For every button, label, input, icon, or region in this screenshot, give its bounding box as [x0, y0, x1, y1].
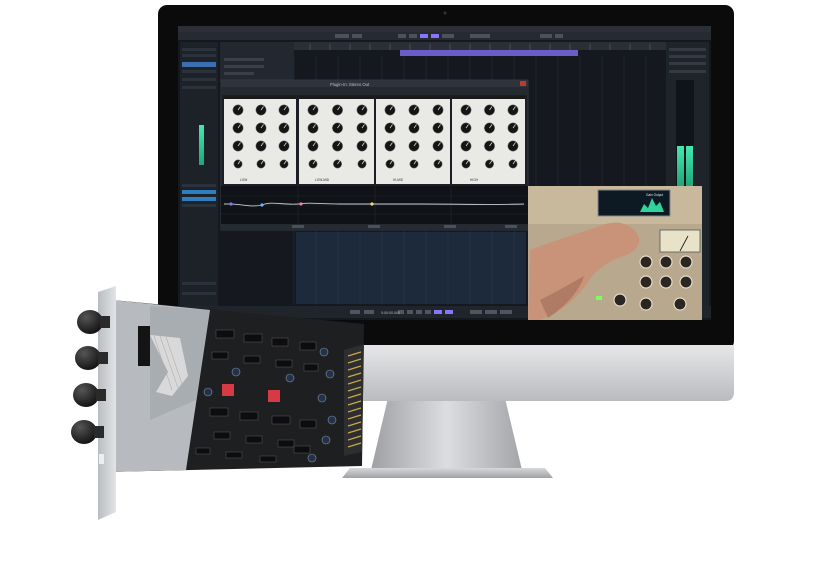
pcb-capacitor — [327, 415, 337, 425]
pcb-chip — [243, 333, 263, 343]
pcb-chip — [271, 415, 291, 425]
pcb-chip — [303, 363, 319, 372]
display-label: Gain Output — [646, 193, 663, 197]
pcb-chip — [275, 359, 293, 368]
master-meter-left — [677, 146, 684, 186]
red-relay-2 — [268, 390, 280, 402]
pcb-chip — [277, 439, 295, 448]
vu-meter — [659, 229, 701, 253]
svg-text:LOW-MID: LOW-MID — [315, 178, 330, 182]
transport-time: 0:00:00.000 — [381, 311, 400, 315]
pcb-chip — [243, 355, 261, 364]
pcb-capacitor — [231, 367, 241, 377]
inspector-panel — [180, 42, 218, 318]
pcb-capacitor — [307, 453, 317, 463]
pcb-capacitor — [325, 369, 335, 379]
pcb-chip — [211, 351, 229, 360]
monitor-stand-neck — [371, 398, 522, 470]
selected-region — [296, 232, 526, 304]
hardware-knob — [613, 293, 627, 307]
knob-1[interactable] — [77, 310, 103, 334]
pcb-chip — [239, 411, 259, 421]
module-card — [71, 286, 364, 520]
hardware-green-led — [596, 296, 602, 300]
hardware-knob — [659, 275, 673, 289]
video-overlay: Gain Output — [528, 186, 702, 320]
svg-text:HIGH: HIGH — [470, 178, 479, 182]
pcb-chip — [259, 455, 277, 463]
plugin-toolbar — [221, 87, 528, 95]
track-list — [220, 42, 294, 82]
hardware-knob — [639, 297, 653, 311]
pcb-chip — [195, 447, 211, 455]
knob-4[interactable] — [71, 420, 97, 444]
pcb-chip — [215, 329, 235, 339]
hardware-knob — [639, 275, 653, 289]
red-relay-1 — [222, 384, 234, 396]
pcb-capacitor — [319, 347, 329, 357]
knob-2[interactable] — [75, 346, 101, 370]
pcb-chip — [293, 445, 311, 454]
inspector-fader-meter — [199, 125, 204, 165]
pcb-chip — [245, 435, 263, 444]
menu-bar — [178, 26, 711, 32]
plugin-titlebar — [221, 80, 528, 87]
plugin-window: Plugin-In: Stereo Out LOW LOW-MID HI-MID… — [220, 79, 529, 231]
pcb-chip — [209, 407, 229, 417]
hardware-knob — [659, 255, 673, 269]
master-meter-right — [686, 146, 693, 186]
pcb-capacitor — [285, 373, 295, 383]
pcb-chip — [299, 419, 317, 429]
plugin-window-title: Plugin-In: Stereo Out — [330, 82, 370, 87]
hardware-knob — [679, 255, 693, 269]
pcb-capacitor — [321, 435, 331, 445]
loop-range — [400, 50, 578, 56]
svg-text:HI-MID: HI-MID — [393, 178, 404, 182]
monitor-stand-base — [342, 468, 553, 478]
svg-text:LOW: LOW — [240, 178, 247, 182]
knob-3[interactable] — [73, 383, 99, 407]
pcb-chip — [225, 451, 243, 459]
scene: Plugin-In: Stereo Out LOW LOW-MID HI-MID… — [71, 5, 734, 520]
camera-dot — [443, 11, 447, 15]
faceplate-slot — [99, 454, 104, 464]
pcb-chip — [271, 337, 289, 347]
hardware-knob — [679, 275, 693, 289]
ribbon-connector — [138, 326, 150, 366]
plugin-close-button[interactable] — [520, 81, 526, 86]
pcb-chip — [213, 431, 231, 440]
pcb-capacitor — [203, 387, 213, 397]
hardware-knob — [673, 297, 687, 311]
pcb-capacitor — [317, 393, 327, 403]
pcb-chip — [299, 341, 317, 351]
hardware-knob — [639, 255, 653, 269]
